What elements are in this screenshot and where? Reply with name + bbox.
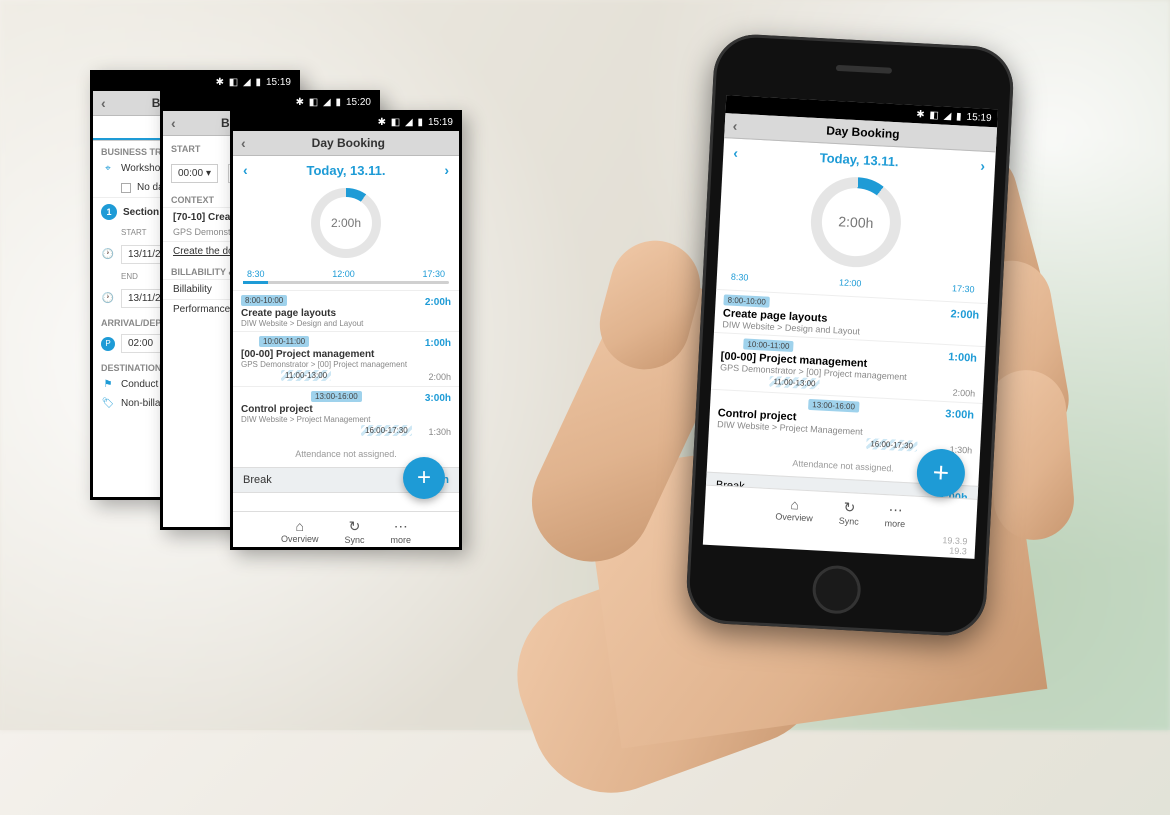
entry-unassigned-bar: 11:00-13:00 [281,370,331,381]
nav-overview[interactable]: ⌂Overview [775,495,814,524]
timeline-t3: 17:30 [952,283,975,294]
back-icon[interactable]: ‹ [101,95,106,111]
timeline-t1: 8:30 [731,272,749,283]
home-icon: ⌂ [776,495,814,513]
entry-hours: 1:00h [948,351,977,364]
screen-title: Day Booking [826,123,900,141]
nav-overview[interactable]: ⌂Overview [281,518,319,545]
status-icons: ✱ ◧ ◢ ▮ [216,77,262,88]
date-label: Today, 13.11. [819,150,899,169]
add-fab[interactable]: + [403,457,445,499]
entry-sub: DIW Website > Design and Layout [241,319,451,328]
prev-day-icon[interactable]: ‹ [733,145,739,161]
screen-day-booking-large: ✱ ◧ ◢ ▮ 15:19 ‹ Day Booking ‹ Today, 13.… [703,95,998,559]
status-time: 15:20 [346,97,371,108]
entry-hours: 3:00h [425,393,451,404]
status-time: 15:19 [966,111,992,123]
chevron-down-icon: ▾ [206,168,211,179]
start-select[interactable]: 00:00▾ [171,164,218,183]
entry-2[interactable]: 10:00-11:00 [00-00] Project management G… [233,331,459,386]
nav-sync[interactable]: ↻Sync [344,518,364,545]
entry-timebar: 10:00-11:00 [743,338,794,352]
status-icons: ✱ ◧ ◢ ▮ [378,117,424,128]
entry-timebar: 13:00-16:00 [311,391,362,402]
next-day-icon[interactable]: › [444,162,449,178]
timeline-t3: 17:30 [422,269,445,279]
entry-unassigned-bar: 11:00-13:00 [769,376,820,390]
entry-sec-hours: 2:00h [428,372,451,382]
date-nav: ‹ Today, 13.11. › [233,156,459,184]
ring-value: 2:00h [320,197,372,249]
timeline: 8:30 12:00 17:30 [233,266,459,279]
step-badge: 1 [101,204,117,220]
entry-unassigned-bar: 16:00-17:30 [866,438,917,452]
status-icons: ✱ ◧ ◢ ▮ [296,97,342,108]
entry-timebar: 8:00-10:00 [241,295,287,306]
ring-value: 2:00h [820,186,891,257]
real-phone: ✱ ◧ ◢ ▮ 15:19 ‹ Day Booking ‹ Today, 13.… [685,33,1015,638]
timeline-t2: 12:00 [839,277,862,288]
status-icons: ✱ ◧ ◢ ▮ [916,109,963,122]
entry-sub: GPS Demonstrator > [00] Project manageme… [241,360,451,369]
more-icon: ⋯ [391,518,412,535]
next-day-icon[interactable]: › [980,158,986,174]
sync-icon: ↻ [344,518,364,535]
more-icon: ⋯ [885,501,906,519]
screen-day-booking-small: ✱ ◧ ◢ ▮ 15:19 ‹ Day Booking ‹ Today, 13.… [230,110,462,550]
hand-holding-phone: ✱ ◧ ◢ ▮ 15:19 ‹ Day Booking ‹ Today, 13.… [520,10,1110,720]
status-bar: ✱ ◧ ◢ ▮ 15:20 [163,93,377,111]
break-label: Break [243,474,272,486]
status-time: 15:19 [428,117,453,128]
entry-sub: DIW Website > Project Management [241,415,451,424]
screen-title: Day Booking [312,136,385,150]
clock-icon: 🕐 [101,293,115,304]
back-icon[interactable]: ‹ [241,135,246,151]
checkbox-icon[interactable] [121,183,131,193]
parking-icon: P [101,337,115,351]
entry-3[interactable]: 13:00-16:00 Control project DIW Website … [233,386,459,441]
back-icon[interactable]: ‹ [732,118,738,134]
nav-sync[interactable]: ↻Sync [838,499,859,527]
entry-title: Control project [241,404,451,415]
entry-hours: 3:00h [945,408,974,421]
clock-icon: 🕐 [101,249,115,260]
entry-timebar: 13:00-16:00 [808,399,859,413]
progress-ring: 2:00h [717,166,994,282]
entry-timebar: 8:00-10:00 [723,294,770,307]
entry-sec-hours: 1:30h [428,427,451,437]
end-label: END [121,272,138,281]
timeline-t2: 12:00 [332,269,355,279]
timeline-t1: 8:30 [247,269,265,279]
progress-ring: 2:00h [233,184,459,266]
status-bar: ✱ ◧ ◢ ▮ 15:19 [233,113,459,131]
tag-icon: 🏷 [101,398,115,409]
entry-unassigned-bar: 16:00-17:30 [361,425,412,436]
status-bar: ✱ ◧ ◢ ▮ 15:19 [93,73,297,91]
entry-hours: 1:00h [425,338,451,349]
pin-icon: ⌖ [101,163,115,174]
home-icon: ⌂ [281,518,319,534]
back-icon[interactable]: ‹ [171,115,176,131]
entry-title: [00-00] Project management [241,349,451,360]
entry-title: Create page layouts [241,308,451,319]
entry-hours: 2:00h [950,308,979,321]
phone-speaker [836,65,892,74]
sync-icon: ↻ [839,499,860,517]
entry-sec-hours: 2:00h [952,387,975,398]
date-label: Today, 13.11. [306,163,385,178]
bottom-nav: ⌂Overview ↻Sync ⋯more [233,511,459,547]
nav-more[interactable]: ⋯more [884,501,906,529]
status-time: 15:19 [266,77,291,88]
titlebar: ‹ Day Booking [233,131,459,156]
entry-timebar: 10:00-11:00 [259,336,309,347]
entry-hours: 2:00h [425,297,451,308]
nav-more[interactable]: ⋯more [391,518,412,545]
flag-icon: ⚑ [101,379,115,390]
entry-1[interactable]: 8:00-10:00 Create page layouts DIW Websi… [233,290,459,331]
home-button[interactable] [811,564,861,614]
prev-day-icon[interactable]: ‹ [243,162,248,178]
timeline-bar [243,281,449,284]
